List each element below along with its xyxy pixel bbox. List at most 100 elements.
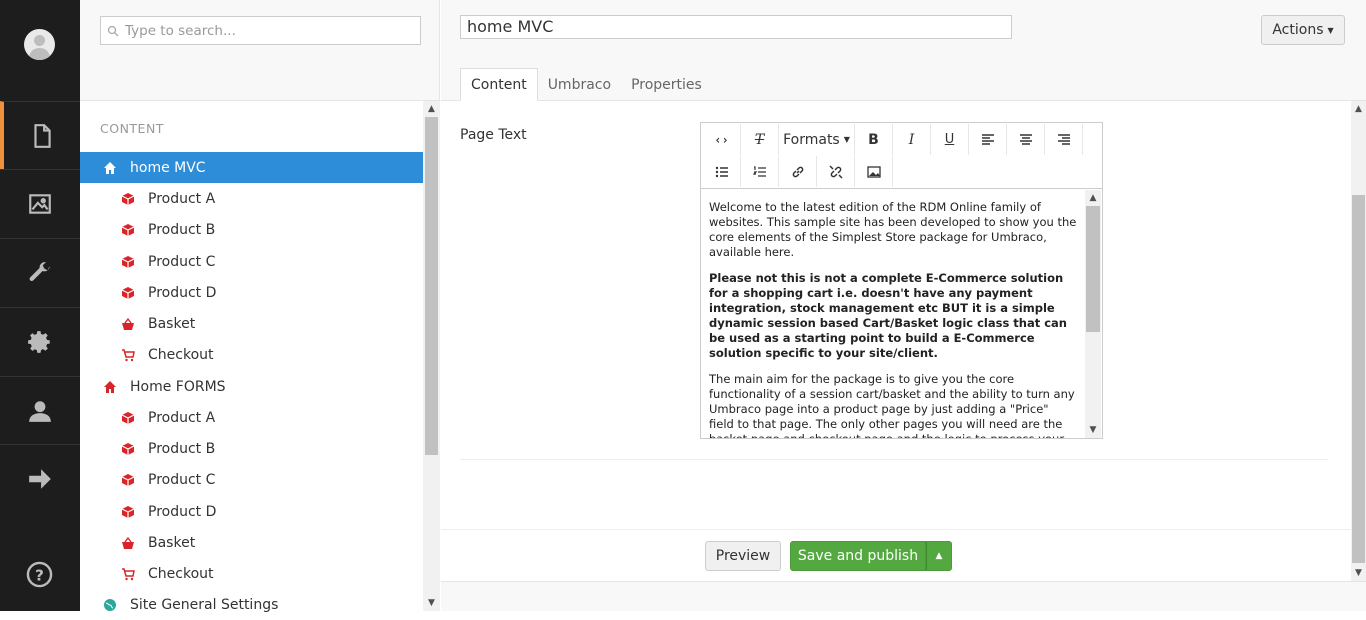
tree-node-label: Product C — [148, 253, 216, 270]
tree-node-label: Site General Settings — [130, 596, 279, 613]
rte-paragraph: Welcome to the latest edition of the RDM… — [709, 200, 1077, 259]
basket-icon — [120, 316, 136, 332]
home-icon — [102, 379, 118, 395]
tree-node-label: Product D — [148, 503, 217, 520]
editor-tabs: Content Umbraco Properties — [460, 68, 712, 101]
editor-scrollbar[interactable]: ▲ ▼ — [1351, 101, 1366, 581]
image-icon[interactable] — [855, 156, 893, 187]
link-icon[interactable] — [779, 156, 817, 187]
globe-icon — [102, 597, 118, 613]
scroll-thumb[interactable] — [425, 117, 438, 455]
tree-node-product-a[interactable]: Product A — [80, 402, 423, 433]
tree-section-title: CONTENT — [100, 121, 164, 136]
tree-scrollbar[interactable]: ▲ ▼ — [423, 101, 440, 611]
caret-down-icon: ▼ — [1327, 25, 1334, 35]
scroll-down-arrow-icon[interactable]: ▼ — [1085, 422, 1101, 438]
tab-umbraco[interactable]: Umbraco — [538, 68, 621, 101]
clear-format-icon[interactable]: T — [741, 124, 779, 155]
scroll-thumb[interactable] — [1352, 195, 1365, 563]
align-left-icon[interactable] — [969, 124, 1007, 155]
tree-node-label: Product D — [148, 284, 217, 301]
tree-node-product-b[interactable]: Product B — [80, 214, 423, 245]
tree-search-box[interactable] — [100, 16, 421, 45]
tree-node-basket[interactable]: Basket — [80, 527, 423, 558]
rich-text-editor: ‹› T Formats ▼ B I U Welcome to the late… — [700, 122, 1103, 439]
tree-node-label: home MVC — [130, 159, 206, 176]
rte-toolbar: ‹› T Formats ▼ B I U — [701, 123, 1102, 189]
tree-node-basket[interactable]: Basket — [80, 308, 423, 339]
members-icon[interactable] — [0, 376, 80, 445]
settings-gear-icon[interactable] — [0, 307, 80, 376]
tree-area: CONTENT home MVC Product A Product B Pro… — [80, 101, 440, 613]
cart-icon — [120, 347, 136, 363]
caret-down-icon: ▼ — [843, 135, 850, 144]
align-right-icon[interactable] — [1045, 124, 1083, 155]
basket-icon — [120, 535, 136, 551]
align-center-icon[interactable] — [1007, 124, 1045, 155]
media-section-icon[interactable] — [0, 169, 80, 238]
app-sections-nav: ? — [0, 0, 80, 611]
search-input[interactable] — [125, 21, 415, 41]
tree-node-product-b[interactable]: Product B — [80, 433, 423, 464]
product-box-icon — [120, 441, 136, 457]
formats-dropdown[interactable]: Formats ▼ — [779, 124, 855, 155]
scroll-up-arrow-icon[interactable]: ▲ — [423, 101, 440, 117]
forms-arrow-icon[interactable] — [0, 444, 80, 513]
product-box-icon — [120, 285, 136, 301]
scroll-thumb[interactable] — [1086, 206, 1100, 332]
product-box-icon — [120, 410, 136, 426]
content-section-icon[interactable] — [0, 101, 80, 170]
editor-footer: Preview Save and publish ▲ — [441, 529, 1351, 581]
rte-paragraph: Please not this is not a complete E-Comm… — [709, 271, 1067, 360]
scroll-down-arrow-icon[interactable]: ▼ — [1351, 565, 1366, 581]
content-editor: home MVC Actions ▼ Content Umbraco Prope… — [441, 0, 1366, 611]
rte-scrollbar[interactable]: ▲ ▼ — [1085, 190, 1101, 438]
unlink-icon[interactable] — [817, 156, 855, 187]
tree-node-checkout[interactable]: Checkout — [80, 558, 423, 589]
actions-button[interactable]: Actions ▼ — [1261, 15, 1345, 45]
scroll-up-arrow-icon[interactable]: ▲ — [1351, 101, 1366, 117]
editor-content: Page Text ‹› T Formats ▼ B I U Welcome t… — [441, 101, 1351, 529]
bullet-list-icon[interactable] — [703, 156, 741, 187]
tree-node-product-d[interactable]: Product D — [80, 277, 423, 308]
tree-node-label: Product A — [148, 190, 216, 207]
tree-node-home-forms[interactable]: Home FORMS — [80, 371, 423, 402]
rte-body[interactable]: Welcome to the latest edition of the RDM… — [701, 190, 1085, 438]
help-icon[interactable]: ? — [26, 561, 53, 588]
bold-icon[interactable]: B — [855, 124, 893, 155]
tree-node-label: Product C — [148, 471, 216, 488]
save-and-publish-button[interactable]: Save and publish — [790, 541, 926, 571]
underline-icon[interactable]: U — [931, 124, 969, 155]
tree-node-product-c[interactable]: Product C — [80, 464, 423, 495]
numbered-list-icon[interactable] — [741, 156, 779, 187]
page-text-label: Page Text — [460, 127, 527, 143]
node-name-input[interactable]: home MVC — [460, 15, 1012, 39]
product-box-icon — [120, 472, 136, 488]
tree-node-checkout[interactable]: Checkout — [80, 339, 423, 370]
scroll-down-arrow-icon[interactable]: ▼ — [423, 595, 440, 611]
italic-icon[interactable]: I — [893, 124, 931, 155]
tree-node-product-a[interactable]: Product A — [80, 183, 423, 214]
developer-wrench-icon[interactable] — [0, 238, 80, 307]
formats-label: Formats — [783, 131, 840, 148]
source-code-icon[interactable]: ‹› — [703, 124, 741, 155]
tree-node-label: Checkout — [148, 565, 214, 582]
scroll-up-arrow-icon[interactable]: ▲ — [1085, 190, 1101, 206]
home-icon — [102, 160, 118, 176]
user-avatar[interactable] — [24, 29, 55, 60]
tree-node-home-mvc[interactable]: home MVC — [80, 152, 423, 183]
product-box-icon — [120, 254, 136, 270]
tree-node-label: Checkout — [148, 346, 214, 363]
tree-node-product-c[interactable]: Product C — [80, 246, 423, 277]
tree-node-site-general-settings[interactable]: Site General Settings — [80, 589, 423, 620]
content-tree-panel: CONTENT home MVC Product A Product B Pro… — [80, 0, 440, 613]
product-box-icon — [120, 191, 136, 207]
publish-options-caret-icon[interactable]: ▲ — [926, 541, 952, 571]
tab-content[interactable]: Content — [460, 68, 538, 101]
tree-node-label: Basket — [148, 315, 196, 332]
preview-button[interactable]: Preview — [705, 541, 781, 571]
tab-properties[interactable]: Properties — [621, 68, 712, 101]
tree-node-product-d[interactable]: Product D — [80, 496, 423, 527]
tree-node-label: Product B — [148, 440, 216, 457]
editor-header: home MVC Actions ▼ Content Umbraco Prope… — [441, 0, 1366, 101]
